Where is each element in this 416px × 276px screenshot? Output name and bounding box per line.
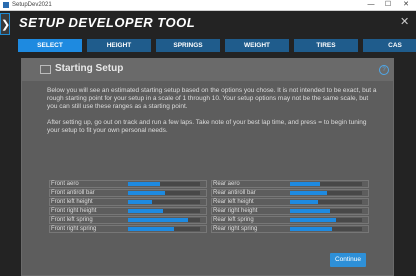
continue-button[interactable]: Continue bbox=[330, 253, 366, 267]
intro-paragraph-2: After setting up, go out on track and ru… bbox=[47, 118, 367, 134]
setting-row-rear-right-spring: Rear right spring bbox=[211, 225, 369, 233]
setting-bar-fill bbox=[290, 227, 332, 231]
back-button[interactable]: ❯ bbox=[0, 13, 10, 35]
tab-weight[interactable]: WEIGHT bbox=[225, 39, 289, 52]
setting-row-front-aero: Front aero bbox=[49, 180, 207, 188]
tab-bar: SELECT HEIGHT SPRINGS WEIGHT TIRES CAS bbox=[18, 39, 416, 52]
intro-text: Below you will see an estimated starting… bbox=[47, 87, 377, 142]
setting-row-rear-right-height: Rear right height bbox=[211, 207, 369, 215]
setting-row-front-left-height: Front left height bbox=[49, 198, 207, 206]
setting-bar-fill bbox=[290, 209, 331, 213]
setting-row-rear-left-height: Rear left height bbox=[211, 198, 369, 206]
tab-cas[interactable]: CAS bbox=[363, 39, 416, 52]
setting-label: Front antiroll bar bbox=[51, 190, 95, 196]
tab-springs[interactable]: SPRINGS bbox=[156, 39, 220, 52]
setting-label: Rear right height bbox=[213, 208, 258, 214]
setting-bar bbox=[128, 209, 200, 213]
setting-bar-fill bbox=[128, 191, 166, 195]
setting-row-front-right-height: Front right height bbox=[49, 207, 207, 215]
setting-label: Rear left spring bbox=[213, 217, 254, 223]
app-body: ❯ SETUP DEVELOPER TOOL ✕ SELECT HEIGHT S… bbox=[0, 11, 416, 276]
app-icon bbox=[3, 2, 9, 8]
setting-row-rear-left-spring: Rear left spring bbox=[211, 216, 369, 224]
setting-bar bbox=[290, 191, 362, 195]
setting-label: Rear right spring bbox=[213, 226, 258, 232]
setting-bar-fill bbox=[290, 191, 328, 195]
panel-title: Starting Setup bbox=[55, 63, 124, 74]
setting-row-rear-antiroll: Rear antiroll bar bbox=[211, 189, 369, 197]
minimize-button[interactable]: — bbox=[364, 0, 378, 10]
setting-bar-fill bbox=[128, 218, 188, 222]
chat-icon bbox=[40, 65, 51, 74]
setting-bar bbox=[290, 209, 362, 213]
setting-row-rear-aero: Rear aero bbox=[211, 180, 369, 188]
app-close-icon[interactable]: ✕ bbox=[400, 15, 409, 28]
window-close-button[interactable]: ✕ bbox=[399, 0, 413, 10]
setting-label: Front left spring bbox=[51, 217, 93, 223]
setting-bar-fill bbox=[128, 227, 175, 231]
window-title: SetupDev2021 bbox=[12, 2, 52, 8]
setting-label: Front left height bbox=[51, 199, 93, 205]
tab-tires[interactable]: TIRES bbox=[294, 39, 358, 52]
tab-select[interactable]: SELECT bbox=[18, 39, 82, 52]
setting-bar-fill bbox=[290, 218, 337, 222]
setting-bar-fill bbox=[128, 182, 160, 186]
setting-row-front-right-spring: Front right spring bbox=[49, 225, 207, 233]
setting-label: Rear left height bbox=[213, 199, 254, 205]
setting-label: Rear aero bbox=[213, 181, 240, 187]
setting-bar-fill bbox=[290, 182, 321, 186]
setting-label: Rear antiroll bar bbox=[213, 190, 256, 196]
setting-bar bbox=[128, 227, 200, 231]
starting-setup-panel: Starting Setup ? Below you will see an e… bbox=[21, 58, 394, 276]
setting-bar bbox=[128, 191, 200, 195]
window-titlebar: SetupDev2021 — ☐ ✕ bbox=[0, 0, 416, 11]
intro-paragraph-1: Below you will see an estimated starting… bbox=[47, 87, 377, 111]
setting-bar-fill bbox=[290, 200, 319, 204]
setting-bar bbox=[128, 200, 200, 204]
setting-bar bbox=[290, 182, 362, 186]
setting-label: Front right height bbox=[51, 208, 97, 214]
setting-bar bbox=[290, 227, 362, 231]
maximize-button[interactable]: ☐ bbox=[381, 0, 395, 10]
setting-bar bbox=[290, 218, 362, 222]
setting-label: Front aero bbox=[51, 181, 79, 187]
app-title: SETUP DEVELOPER TOOL bbox=[19, 15, 196, 30]
setting-bar-fill bbox=[128, 200, 152, 204]
setting-bar-fill bbox=[128, 209, 164, 213]
help-icon[interactable]: ? bbox=[379, 65, 389, 75]
setting-bar bbox=[128, 182, 200, 186]
setting-label: Front right spring bbox=[51, 226, 97, 232]
panel-header: Starting Setup ? bbox=[22, 59, 393, 81]
tab-height[interactable]: HEIGHT bbox=[87, 39, 151, 52]
setting-bar bbox=[290, 200, 362, 204]
setting-bar bbox=[128, 218, 200, 222]
setting-row-front-antiroll: Front antiroll bar bbox=[49, 189, 207, 197]
setting-row-front-left-spring: Front left spring bbox=[49, 216, 207, 224]
